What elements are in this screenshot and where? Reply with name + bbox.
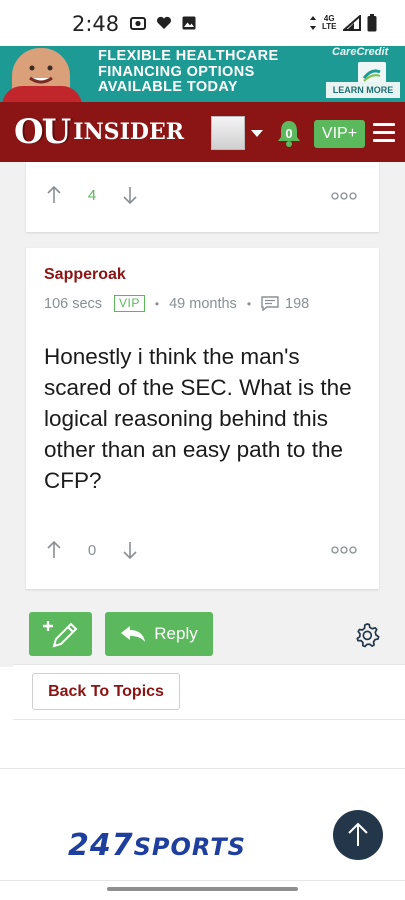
site-header: OU INSIDER 0 VIP+ — [0, 102, 405, 162]
status-time: 2:48 — [72, 12, 120, 36]
meta-separator: • — [154, 296, 160, 311]
back-to-topics-button[interactable]: Back To Topics — [32, 673, 180, 710]
site-logo-insider: INSIDER — [73, 119, 184, 145]
new-post-button[interactable] — [29, 612, 92, 656]
thread-actions: Reply — [0, 602, 405, 664]
post-meta: 106 secs VIP • 49 months • 198 — [44, 295, 309, 312]
site-logo-ou: OU — [14, 112, 71, 152]
status-notification-icons — [130, 16, 196, 30]
upvote-arrow-icon[interactable] — [46, 186, 62, 204]
ad-banner[interactable]: FLEXIBLE HEALTHCARE FINANCING OPTIONS AV… — [0, 46, 405, 102]
footer-divider — [0, 768, 405, 769]
ad-brand: CareCredit — [332, 46, 389, 58]
gear-icon[interactable] — [354, 622, 380, 648]
upvote-arrow-icon[interactable] — [46, 541, 62, 559]
previous-post-votes: 4 — [46, 186, 138, 204]
ad-headline-line-1: FLEXIBLE HEALTHCARE — [98, 48, 279, 64]
post-votes: 0 — [46, 541, 138, 559]
member-duration: 49 months — [169, 295, 237, 312]
247sports-logo-word: SPORTS — [133, 833, 246, 861]
notification-count: 0 — [285, 126, 293, 141]
battery-icon — [367, 14, 377, 32]
status-bar: 2:48 4G LTE — [0, 0, 405, 46]
notifications-button[interactable]: 0 — [276, 119, 302, 147]
footer-divider — [0, 880, 405, 881]
post-author[interactable]: Sapperoak — [44, 266, 126, 284]
vip-badge: VIP — [114, 295, 145, 312]
signal-icon — [342, 15, 361, 31]
page-footer: 247SPORTS — [0, 720, 405, 900]
downvote-arrow-icon[interactable] — [122, 541, 138, 559]
more-options-icon[interactable] — [331, 192, 357, 200]
ad-person-image — [2, 48, 82, 102]
user-avatar[interactable] — [211, 116, 245, 150]
meta-separator: • — [246, 296, 252, 311]
more-options-icon[interactable] — [331, 546, 357, 554]
reply-button[interactable]: Reply — [105, 612, 213, 656]
thread-feed[interactable]: 4 Sapperoak 106 secs VIP • 49 months • 1… — [0, 162, 405, 667]
ad-headline-line-2: FINANCING OPTIONS — [98, 63, 255, 80]
post-card: Sapperoak 106 secs VIP • 49 months • 198… — [26, 248, 379, 589]
chevron-down-icon[interactable] — [251, 130, 263, 137]
comment-icon — [261, 296, 279, 311]
ad-headline-line-3: AVAILABLE TODAY — [98, 79, 239, 95]
heart-status-icon — [157, 16, 171, 29]
previous-post-card: 4 — [26, 162, 379, 232]
ad-learn-more-button[interactable]: LEARN MORE — [326, 82, 400, 98]
arrow-up-icon — [348, 822, 368, 846]
post-vote-count: 0 — [87, 541, 97, 559]
data-arrows-icon — [310, 16, 316, 30]
gesture-home-bar[interactable] — [107, 887, 298, 891]
post-count: 198 — [285, 295, 310, 312]
camera-status-icon — [130, 17, 146, 30]
previous-post-vote-count: 4 — [87, 186, 97, 204]
network-label-lte: LTE — [322, 22, 337, 31]
status-system-icons: 4G LTE — [310, 14, 377, 32]
247sports-logo[interactable]: 247SPORTS — [68, 828, 246, 863]
hamburger-menu-icon[interactable] — [373, 123, 395, 143]
ad-headline: FLEXIBLE HEALTHCARE FINANCING OPTIONS AV… — [98, 48, 328, 96]
post-time: 106 secs — [44, 295, 103, 312]
reply-label: Reply — [154, 624, 198, 643]
post-body: Honestly i think the man's scared of the… — [44, 344, 352, 493]
site-logo[interactable]: OU INSIDER — [14, 114, 184, 150]
scroll-to-top-button[interactable] — [333, 810, 383, 860]
247sports-logo-number: 247 — [68, 828, 134, 863]
image-status-icon — [182, 16, 196, 30]
network-type: 4G LTE — [322, 15, 337, 31]
vip-plus-button[interactable]: VIP+ — [314, 120, 365, 148]
compose-pencil-icon — [43, 621, 78, 648]
reply-arrow-icon — [121, 626, 146, 642]
downvote-arrow-icon[interactable] — [122, 186, 138, 204]
back-to-topics-bar: Back To Topics — [13, 664, 405, 720]
